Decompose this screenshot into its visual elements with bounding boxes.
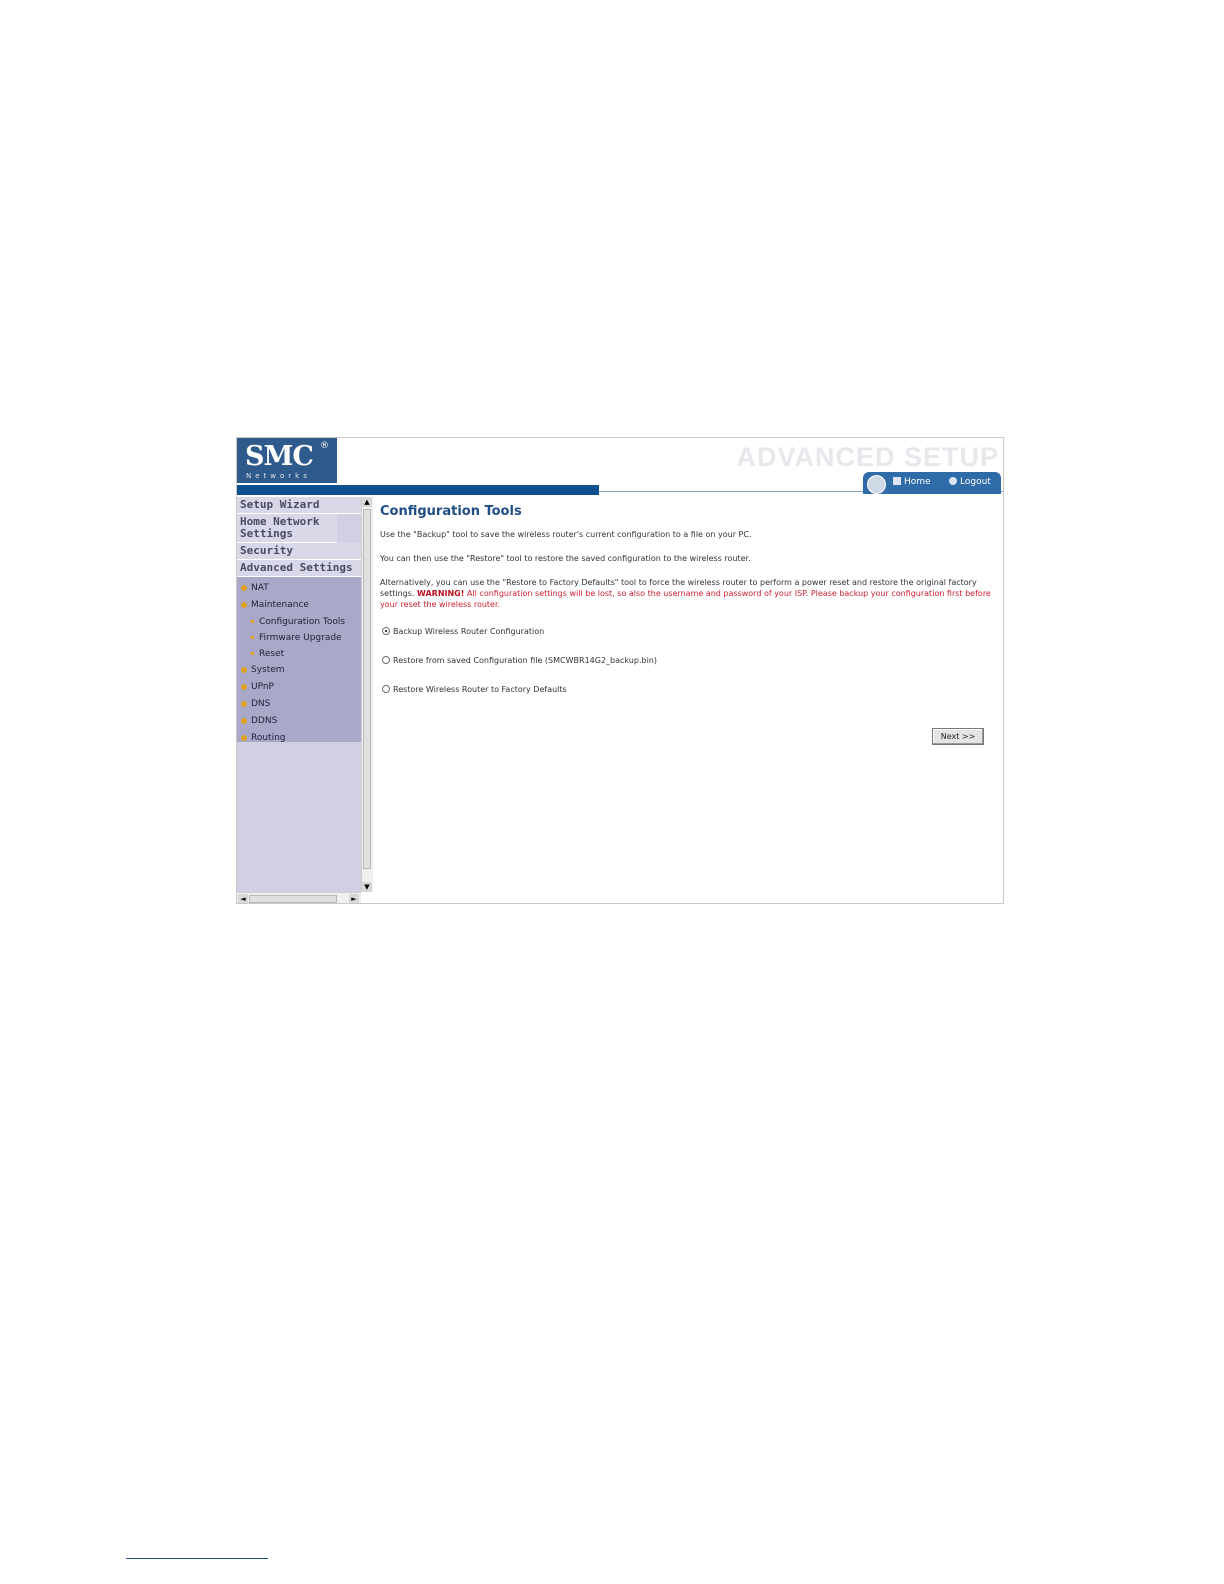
sidebar-vertical-scrollbar[interactable]: ▲ ▼ [361, 497, 373, 892]
sidebar-item-nat[interactable]: NAT [237, 580, 361, 597]
sidebar-item-ddns[interactable]: DDNS [237, 713, 361, 730]
bullet-icon [241, 701, 247, 707]
bullet-icon [241, 684, 247, 690]
radio-restore-from-file[interactable] [382, 656, 390, 664]
main-content: Configuration Tools Use the "Backup" too… [380, 504, 992, 745]
bullet-icon [241, 585, 247, 591]
scroll-left-icon[interactable]: ◄ [238, 894, 248, 903]
warning-text: WARNING! All configuration settings will… [380, 589, 991, 609]
header-nav-tab: Home Logout [863, 472, 1001, 494]
scrollbar-thumb[interactable] [363, 509, 371, 869]
sidebar-item-label: Maintenance [251, 600, 309, 610]
sidebar-item-label: UPnP [251, 682, 274, 692]
logout-label: Logout [960, 477, 991, 487]
scrollbar-thumb[interactable] [249, 895, 337, 903]
sidebar-item-setup-wizard[interactable]: Setup Wizard [237, 497, 361, 514]
sidebar-item-label: NAT [251, 583, 269, 593]
footer-rule [126, 1558, 268, 1559]
next-button[interactable]: Next >> [932, 728, 984, 745]
sidebar-item-label: DNS [251, 699, 271, 709]
sidebar: Setup Wizard Home Network Settings Secur… [237, 497, 361, 903]
bullet-icon [241, 718, 247, 724]
bullet-icon [251, 620, 254, 623]
scroll-up-icon[interactable]: ▲ [362, 497, 372, 507]
sidebar-item-upnp[interactable]: UPnP [237, 679, 361, 696]
bullet-icon [241, 602, 247, 608]
radio-restore-factory-defaults[interactable] [382, 685, 390, 693]
bullet-icon [241, 667, 247, 673]
header: SMC ® Networks ADVANCED SETUP Home Logou… [237, 438, 1003, 496]
sidebar-item-dns[interactable]: DNS [237, 696, 361, 713]
sidebar-item-label: Routing [251, 733, 286, 743]
smc-logo[interactable]: SMC ® Networks [237, 438, 337, 483]
sidebar-item-label: DDNS [251, 716, 278, 726]
scroll-down-icon[interactable]: ▼ [362, 882, 372, 892]
globe-icon [867, 475, 886, 494]
logout-link[interactable]: Logout [949, 477, 991, 487]
bullet-icon [251, 636, 254, 639]
logout-icon [949, 477, 957, 485]
sidebar-item-home-network-settings[interactable]: Home Network Settings [237, 514, 337, 543]
sidebar-item-security[interactable]: Security [237, 543, 361, 560]
router-admin-screenshot: SMC ® Networks ADVANCED SETUP Home Logou… [236, 437, 1004, 904]
warning-message: All configuration settings will be lost,… [380, 589, 991, 609]
header-blue-bar [237, 485, 599, 495]
home-label: Home [904, 477, 931, 487]
sidebar-item-configuration-tools[interactable]: Configuration Tools [237, 614, 361, 630]
option-restore-from-file[interactable]: Restore from saved Configuration file (S… [380, 655, 992, 684]
sidebar-item-reset[interactable]: Reset [237, 646, 361, 662]
page-title: Configuration Tools [380, 504, 522, 519]
home-link[interactable]: Home [893, 477, 931, 487]
sidebar-item-label: System [251, 665, 285, 675]
bullet-icon [251, 652, 254, 655]
sidebar-item-routing[interactable]: Routing [237, 730, 361, 747]
option-label: Backup Wireless Router Configuration [393, 627, 545, 636]
advanced-settings-submenu: NAT Maintenance Configuration Tools Firm… [237, 577, 361, 743]
sidebar-item-firmware-upgrade[interactable]: Firmware Upgrade [237, 630, 361, 646]
restore-description: You can then use the "Restore" tool to r… [380, 554, 751, 563]
logo-text: SMC [245, 441, 314, 472]
sidebar-item-label: Firmware Upgrade [259, 633, 342, 643]
bullet-icon [241, 735, 247, 741]
option-label: Restore Wireless Router to Factory Defau… [393, 685, 567, 694]
radio-backup[interactable] [382, 627, 390, 635]
sidebar-item-maintenance[interactable]: Maintenance [237, 597, 361, 614]
option-label: Restore from saved Configuration file (S… [393, 656, 657, 665]
option-restore-factory-defaults[interactable]: Restore Wireless Router to Factory Defau… [380, 684, 992, 713]
logo-subtitle: Networks [246, 472, 311, 480]
sidebar-item-system[interactable]: System [237, 662, 361, 679]
factory-defaults-description: Alternatively, you can use the "Restore … [380, 577, 992, 610]
sidebar-horizontal-scrollbar[interactable]: ◄ ► [237, 892, 361, 903]
sidebar-item-advanced-settings[interactable]: Advanced Settings [237, 560, 361, 577]
sidebar-item-label: Configuration Tools [259, 617, 346, 627]
option-backup[interactable]: Backup Wireless Router Configuration [380, 626, 992, 655]
logo-registered-mark: ® [320, 441, 329, 451]
home-icon [893, 477, 901, 485]
scroll-right-icon[interactable]: ► [349, 894, 359, 903]
sidebar-item-label: Reset [259, 649, 285, 659]
backup-description: Use the "Backup" tool to save the wirele… [380, 530, 752, 539]
advanced-setup-title: ADVANCED SETUP [736, 442, 999, 472]
warning-label: WARNING! [417, 589, 465, 598]
